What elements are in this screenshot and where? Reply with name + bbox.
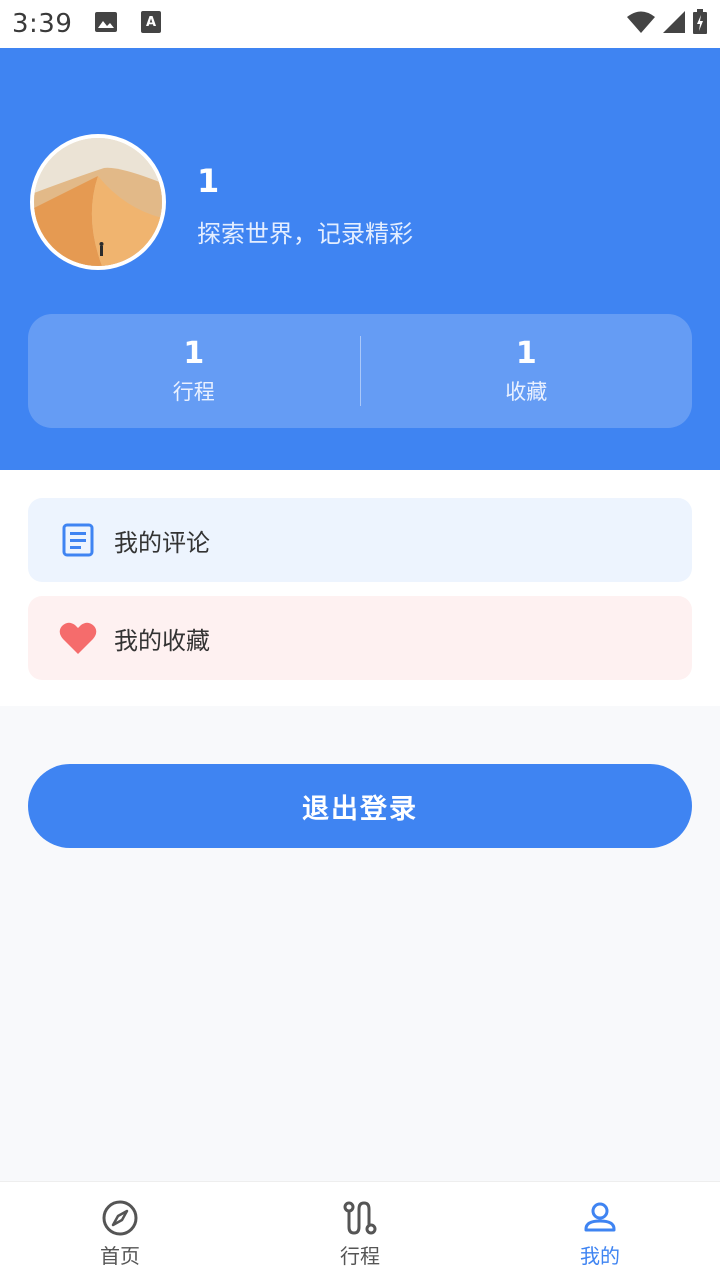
tab-bar: 首页 行程 我的 <box>0 1181 720 1280</box>
tab-home[interactable]: 首页 <box>0 1182 240 1280</box>
tab-label: 首页 <box>100 1244 140 1268</box>
tab-trips[interactable]: 行程 <box>240 1182 480 1280</box>
heart-icon <box>58 618 98 658</box>
stat-favorites-value: 1 <box>515 336 537 371</box>
text-a-icon: A <box>140 10 162 38</box>
stat-favorites[interactable]: 1 收藏 <box>361 336 693 406</box>
battery-charging-icon <box>692 9 708 39</box>
desert-dune-photo <box>34 138 162 266</box>
signal-icon <box>662 10 686 38</box>
compass-icon <box>100 1198 140 1238</box>
tab-label: 我的 <box>580 1244 620 1268</box>
tab-mine[interactable]: 我的 <box>480 1182 720 1280</box>
image-icon <box>94 11 118 37</box>
menu-item-my-favorites[interactable]: 我的收藏 <box>28 596 692 680</box>
menu-item-label: 我的收藏 <box>114 626 210 655</box>
route-icon <box>340 1198 380 1238</box>
user-motto: 探索世界，记录精彩 <box>197 220 413 248</box>
stat-favorites-label: 收藏 <box>505 380 548 404</box>
menu-section: 我的评论 我的收藏 <box>0 470 720 706</box>
svg-text:A: A <box>146 15 156 30</box>
user-name: 1 <box>197 162 220 200</box>
stats-card: 1 行程 1 收藏 <box>28 314 692 428</box>
menu-item-my-comments[interactable]: 我的评论 <box>28 498 692 582</box>
status-bar: 3:39 A <box>0 0 720 48</box>
menu-item-label: 我的评论 <box>114 528 210 557</box>
profile-header: 1 探索世界，记录精彩 1 行程 1 收藏 <box>0 48 720 470</box>
stat-trips-value: 1 <box>183 336 205 371</box>
user-icon <box>580 1198 620 1238</box>
tab-label: 行程 <box>340 1244 380 1268</box>
document-icon <box>58 520 98 560</box>
stat-trips-label: 行程 <box>172 380 215 404</box>
logout-button[interactable]: 退出登录 <box>28 764 692 848</box>
stat-trips[interactable]: 1 行程 <box>28 336 360 406</box>
wifi-icon <box>626 10 656 38</box>
status-time: 3:39 <box>12 9 73 39</box>
avatar[interactable] <box>30 134 166 270</box>
